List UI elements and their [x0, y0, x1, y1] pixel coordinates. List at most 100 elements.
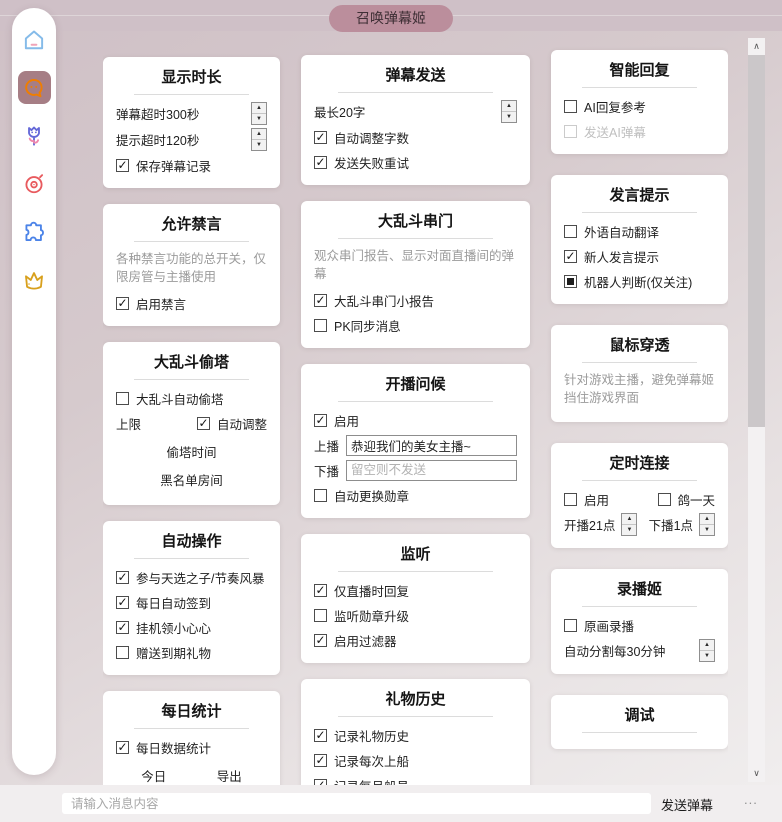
checkbox[interactable]: ✓挂机领小心心 [116, 618, 211, 637]
card-row: 上限✓自动调整 [116, 412, 267, 434]
spinner-up-icon[interactable]: ▲ [700, 640, 714, 651]
checkbox-box[interactable]: ✓ [314, 634, 327, 647]
checkbox[interactable]: ✓启用过滤器 [314, 631, 397, 650]
checkbox-box[interactable]: ✓ [116, 297, 129, 310]
checkbox[interactable]: ✓大乱斗串门小报告 [314, 291, 434, 310]
checkbox-box[interactable]: ✓ [314, 294, 327, 307]
checkbox[interactable]: ✓新人发言提示 [564, 247, 659, 266]
checkbox[interactable]: AI回复参考 [564, 97, 646, 116]
spinner-down-icon[interactable]: ▼ [252, 114, 266, 124]
checkbox-box[interactable]: ✓ [116, 571, 129, 584]
checkbox-box[interactable] [564, 275, 577, 288]
checkbox[interactable]: ✓仅直播时回复 [314, 581, 409, 600]
checkbox-box[interactable]: ✓ [314, 754, 327, 767]
checkbox[interactable]: 机器人判断(仅关注) [564, 272, 692, 291]
number-spinner[interactable]: ▲▼ [699, 639, 715, 662]
checkbox-box[interactable]: ✓ [314, 131, 327, 144]
checkbox[interactable]: 自动更换勋章 [314, 486, 409, 505]
sidebar-item-disc[interactable] [18, 167, 51, 200]
text-input[interactable] [346, 435, 517, 456]
checkbox[interactable]: 外语自动翻译 [564, 222, 659, 241]
checkbox[interactable]: 赠送到期礼物 [116, 643, 211, 662]
checkbox-box[interactable]: ✓ [116, 596, 129, 609]
action-label[interactable]: 今日 [141, 766, 166, 785]
checkbox-box[interactable] [564, 493, 577, 506]
checkbox-box[interactable] [116, 392, 129, 405]
checkbox[interactable]: ✓自动调整 [197, 414, 267, 433]
send-danmaku-button[interactable]: 发送弹幕 [661, 795, 713, 814]
checkbox[interactable]: ✓每日数据统计 [116, 738, 211, 757]
checkbox[interactable]: ✓记录礼物历史 [314, 726, 409, 745]
scrollbar-up-button[interactable]: ∧ [748, 38, 765, 55]
message-input[interactable] [62, 793, 651, 814]
spinner-up-icon[interactable]: ▲ [700, 514, 714, 525]
checkbox-box[interactable] [564, 225, 577, 238]
summon-danmaku-button[interactable]: 召唤弹幕姬 [329, 5, 453, 32]
spinner-up-icon[interactable]: ▲ [252, 103, 266, 114]
scrollbar-thumb[interactable] [748, 55, 765, 427]
spinner-down-icon[interactable]: ▼ [700, 651, 714, 661]
checkbox-box[interactable] [658, 493, 671, 506]
checkbox-box[interactable] [564, 100, 577, 113]
number-spinner[interactable]: ▲▼ [501, 100, 517, 123]
card-row: ✓记录每次上船 [314, 749, 517, 771]
card-title: 监听 [314, 542, 517, 564]
checkbox-box[interactable]: ✓ [116, 621, 129, 634]
sidebar-item-plugin[interactable] [18, 215, 51, 248]
text-input[interactable] [346, 460, 517, 481]
checkbox[interactable]: PK同步消息 [314, 316, 401, 335]
number-spinner[interactable]: ▲▼ [621, 513, 637, 536]
scrollbar-track[interactable]: ∧ ∨ [748, 38, 765, 782]
checkbox-box[interactable]: ✓ [116, 159, 129, 172]
checkbox-box[interactable] [564, 619, 577, 632]
sidebar-item-flower[interactable] [18, 119, 51, 152]
number-spinner[interactable]: ▲▼ [699, 513, 715, 536]
card-row: 提示超时120秒▲▼ [116, 128, 267, 151]
checkbox-box[interactable]: ✓ [314, 584, 327, 597]
settings-card: 鼠标穿透针对游戏主播，避免弹幕姬挡住游戏界面 [551, 325, 728, 422]
checkbox-box[interactable] [314, 319, 327, 332]
checkbox-box[interactable] [314, 489, 327, 502]
checkbox[interactable]: ✓自动调整字数 [314, 128, 409, 147]
action-label[interactable]: 偷塔时间 [166, 442, 216, 461]
spinner-down-icon[interactable]: ▼ [700, 525, 714, 535]
checkbox[interactable]: 原画录播 [564, 616, 634, 635]
checkbox[interactable]: ✓保存弹幕记录 [116, 156, 211, 175]
spinner-up-icon[interactable]: ▲ [252, 129, 266, 140]
checkbox[interactable]: 发送AI弹幕 [564, 122, 646, 141]
spinner-down-icon[interactable]: ▼ [502, 112, 516, 122]
checkbox[interactable]: 鸽一天 [658, 490, 716, 509]
spinner-up-icon[interactable]: ▲ [622, 514, 636, 525]
checkbox-box[interactable] [116, 646, 129, 659]
checkbox-box[interactable]: ✓ [314, 414, 327, 427]
checkbox-box[interactable]: ✓ [564, 250, 577, 263]
checkbox-box[interactable]: ✓ [197, 417, 210, 430]
number-spinner[interactable]: ▲▼ [251, 102, 267, 125]
sidebar-item-home[interactable] [18, 23, 51, 56]
checkbox[interactable]: 启用 [564, 490, 609, 509]
sidebar-item-danmaku[interactable] [18, 71, 51, 104]
checkbox[interactable]: 大乱斗自动偷塔 [116, 389, 224, 408]
checkbox[interactable]: ✓记录每次上船 [314, 751, 409, 770]
checkbox-box[interactable] [564, 125, 577, 138]
checkbox[interactable]: ✓启用 [314, 411, 359, 430]
checkbox-box[interactable]: ✓ [116, 741, 129, 754]
action-label[interactable]: 黑名单房间 [160, 470, 223, 489]
card-title: 显示时长 [116, 65, 267, 87]
checkbox-box[interactable]: ✓ [314, 156, 327, 169]
checkbox[interactable]: ✓发送失败重试 [314, 153, 409, 172]
checkbox[interactable]: 监听勋章升级 [314, 606, 409, 625]
spinner-down-icon[interactable]: ▼ [252, 140, 266, 150]
checkbox[interactable]: ✓每日自动签到 [116, 593, 211, 612]
sidebar-item-crown[interactable] [18, 263, 51, 296]
checkbox-box[interactable] [314, 609, 327, 622]
checkbox-box[interactable]: ✓ [314, 729, 327, 742]
spinner-up-icon[interactable]: ▲ [502, 101, 516, 112]
more-options-button[interactable]: ... [744, 792, 758, 807]
spinner-down-icon[interactable]: ▼ [622, 525, 636, 535]
scrollbar-down-button[interactable]: ∨ [748, 765, 765, 782]
number-spinner[interactable]: ▲▼ [251, 128, 267, 151]
action-label[interactable]: 导出 [217, 766, 242, 785]
checkbox[interactable]: ✓启用禁言 [116, 294, 186, 313]
checkbox[interactable]: ✓参与天选之子/节奏风暴 [116, 568, 264, 587]
